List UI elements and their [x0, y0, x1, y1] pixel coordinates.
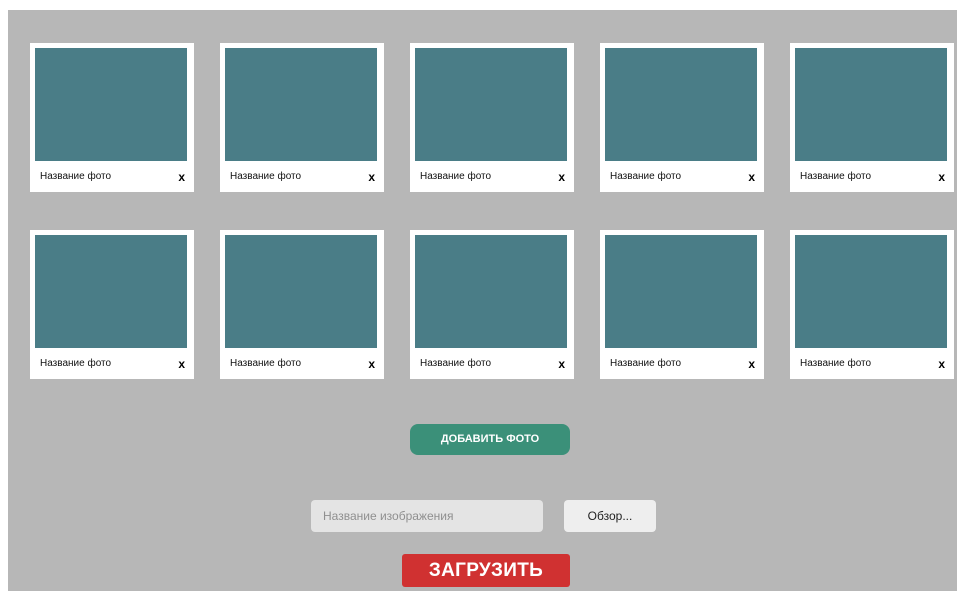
photo-title: Название фото — [610, 171, 682, 182]
remove-photo-button[interactable]: x — [938, 357, 945, 371]
photo-card[interactable]: Название фото x — [30, 230, 194, 379]
remove-photo-button[interactable]: x — [558, 170, 565, 184]
photo-thumbnail[interactable] — [795, 48, 947, 161]
upload-button[interactable]: ЗАГРУЗИТЬ — [402, 554, 570, 587]
photo-thumbnail[interactable] — [415, 235, 567, 348]
remove-photo-button[interactable]: x — [558, 357, 565, 371]
photo-thumbnail[interactable] — [35, 235, 187, 348]
photo-title: Название фото — [230, 171, 302, 182]
remove-photo-button[interactable]: x — [748, 170, 755, 184]
image-name-input[interactable] — [311, 500, 543, 532]
remove-photo-button[interactable]: x — [178, 170, 185, 184]
remove-photo-button[interactable]: x — [368, 357, 375, 371]
photo-thumbnail[interactable] — [225, 48, 377, 161]
photo-card[interactable]: Название фото x — [790, 230, 954, 379]
photo-card[interactable]: Название фото x — [30, 43, 194, 192]
photo-thumbnail[interactable] — [35, 48, 187, 161]
remove-photo-button[interactable]: x — [938, 170, 945, 184]
photo-card[interactable]: Название фото x — [600, 230, 764, 379]
photo-thumbnail[interactable] — [415, 48, 567, 161]
photo-title: Название фото — [420, 358, 492, 369]
photo-title: Название фото — [40, 171, 112, 182]
add-photo-button[interactable]: ДОБАВИТЬ ФОТО — [410, 424, 570, 455]
remove-photo-button[interactable]: x — [748, 357, 755, 371]
gallery-panel: Название фото x Название фото x Название… — [8, 10, 957, 591]
photo-title: Название фото — [230, 358, 302, 369]
photo-title: Название фото — [40, 358, 112, 369]
photo-card[interactable]: Название фото x — [600, 43, 764, 192]
photo-title: Название фото — [800, 358, 872, 369]
photo-card[interactable]: Название фото x — [410, 43, 574, 192]
photo-title: Название фото — [610, 358, 682, 369]
photo-card[interactable]: Название фото x — [790, 43, 954, 192]
photo-thumbnail[interactable] — [605, 48, 757, 161]
photo-thumbnail[interactable] — [795, 235, 947, 348]
photo-title: Название фото — [800, 171, 872, 182]
photo-thumbnail[interactable] — [605, 235, 757, 348]
remove-photo-button[interactable]: x — [178, 357, 185, 371]
remove-photo-button[interactable]: x — [368, 170, 375, 184]
photo-thumbnail[interactable] — [225, 235, 377, 348]
photo-card[interactable]: Название фото x — [220, 43, 384, 192]
photo-title: Название фото — [420, 171, 492, 182]
browse-button[interactable]: Обзор... — [564, 500, 656, 532]
photo-card[interactable]: Название фото x — [410, 230, 574, 379]
photo-card[interactable]: Название фото x — [220, 230, 384, 379]
